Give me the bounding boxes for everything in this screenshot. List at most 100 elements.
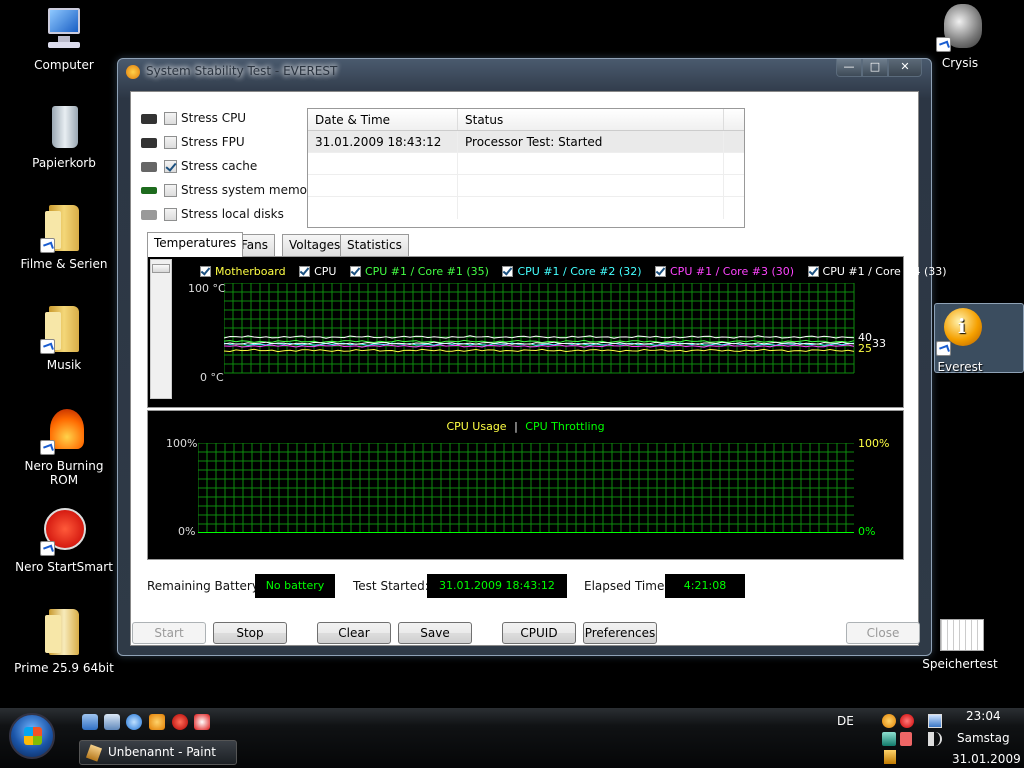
shortcut-arrow-icon — [40, 238, 55, 253]
stop-button[interactable]: Stop — [213, 622, 287, 644]
desktop-icon-computer[interactable]: Computer — [10, 6, 118, 72]
legend-label: CPU #1 / Core #4 (33) — [822, 265, 947, 278]
internet-explorer-icon[interactable] — [126, 714, 142, 730]
shortcut-arrow-icon — [40, 440, 55, 455]
clock-time[interactable]: 23:04 — [966, 709, 1001, 723]
nero-startsmart-icon — [40, 508, 88, 556]
usage-axis-right-bottom: 0% — [858, 525, 876, 538]
security-alert-tray-icon[interactable] — [900, 714, 914, 728]
network-tray-icon[interactable] — [928, 714, 942, 728]
clear-button[interactable]: Clear — [317, 622, 391, 644]
maximize-button[interactable]: □ — [862, 59, 888, 77]
stress-cache-label: Stress cache — [181, 159, 258, 173]
safe-remove-tray-icon[interactable] — [884, 750, 896, 764]
save-button[interactable]: Save — [398, 622, 472, 644]
legend-core2[interactable]: CPU #1 / Core #2 (32) — [502, 265, 642, 278]
stress-fpu-checkbox[interactable] — [164, 136, 177, 149]
stability-test-window: System Stability Test - EVEREST — □ ✕ St… — [117, 58, 947, 656]
motherboard-checkbox[interactable] — [200, 266, 211, 277]
legend-core1[interactable]: CPU #1 / Core #1 (35) — [349, 265, 489, 278]
info-tray-icon[interactable] — [882, 714, 896, 728]
column-header-datetime[interactable]: Date & Time — [308, 109, 458, 130]
clock-date[interactable]: 31.01.2009 — [952, 752, 1021, 766]
shortcut-arrow-icon — [936, 341, 951, 356]
nero-quick-launch-icon[interactable] — [172, 714, 188, 730]
desktop-icon-recycle-bin[interactable]: Papierkorb — [10, 104, 118, 170]
battery-value: No battery — [255, 574, 335, 598]
desktop-icon-label: Computer — [34, 58, 94, 72]
folder-icon — [40, 205, 88, 253]
desktop-icon-nero-burning-rom[interactable]: Nero Burning ROM — [10, 407, 118, 487]
core3-checkbox[interactable] — [655, 266, 666, 277]
start-button[interactable]: Start — [132, 622, 206, 644]
desktop-icon-filme-serien[interactable]: Filme & Serien — [10, 205, 118, 271]
tab-statistics[interactable]: Statistics — [340, 234, 409, 256]
folder-icon — [40, 306, 88, 354]
minimize-button[interactable]: — — [836, 59, 862, 77]
legend-label: CPU #1 / Core #2 (32) — [517, 265, 642, 278]
desktop-icon-musik[interactable]: Musik — [10, 306, 118, 372]
audio-device-tray-icon[interactable] — [900, 732, 912, 746]
core4-checkbox[interactable] — [807, 266, 819, 277]
scrollbar-thumb[interactable] — [152, 264, 170, 273]
event-log-table[interactable]: Date & Time Status 31.01.2009 18:43:12 P… — [307, 108, 745, 228]
window-title: System Stability Test - EVEREST — [146, 64, 338, 78]
close-window-button[interactable]: ✕ — [888, 59, 922, 77]
memory-icon — [141, 187, 157, 194]
sync-tray-icon[interactable] — [882, 732, 896, 746]
stress-fpu-option[interactable]: Stress FPU — [141, 132, 245, 152]
usage-title: CPU Usage — [446, 420, 507, 433]
start-button-orb[interactable] — [9, 713, 55, 759]
computer-icon — [40, 6, 88, 54]
legend-core3[interactable]: CPU #1 / Core #3 (30) — [655, 265, 794, 278]
stress-disks-checkbox[interactable] — [164, 208, 177, 221]
sysinfo-quick-launch-icon[interactable] — [194, 714, 210, 730]
elapsed-time-value: 4:21:08 — [665, 574, 745, 598]
temp-end-label-core4: 33 — [872, 337, 886, 350]
media-player-icon[interactable] — [149, 714, 165, 730]
desktop-icon-nero-startsmart[interactable]: Nero StartSmart — [10, 508, 118, 574]
recycle-bin-icon — [40, 104, 88, 152]
stress-disks-option[interactable]: Stress local disks — [141, 204, 284, 224]
legend-cpu[interactable]: CPU — [299, 265, 336, 278]
test-started-label: Test Started: — [353, 579, 429, 593]
core2-checkbox[interactable] — [502, 266, 514, 277]
stress-memory-checkbox[interactable] — [164, 184, 177, 197]
stress-memory-option[interactable]: Stress system memory — [141, 180, 319, 200]
clock-day[interactable]: Samstag — [957, 731, 1010, 745]
column-header-status[interactable]: Status — [458, 109, 724, 130]
legend-label: CPU #1 / Core #3 (30) — [670, 265, 795, 278]
usage-axis-right-top: 100% — [858, 437, 890, 450]
shortcut-arrow-icon — [40, 339, 55, 354]
cpuid-button[interactable]: CPUID — [502, 622, 576, 644]
speichertest-icon — [936, 617, 984, 653]
tab-voltages[interactable]: Voltages — [282, 234, 348, 256]
legend-motherboard[interactable]: Motherboard — [200, 265, 286, 278]
stress-disks-label: Stress local disks — [181, 207, 284, 221]
volume-tray-icon[interactable] — [928, 732, 942, 746]
taskbar-item-paint[interactable]: Unbenannt - Paint — [79, 740, 237, 765]
stress-fpu-label: Stress FPU — [181, 135, 245, 149]
tab-temperatures[interactable]: Temperatures — [147, 232, 244, 257]
show-desktop-icon[interactable] — [82, 714, 98, 730]
table-row — [308, 153, 744, 175]
desktop-icon-prime[interactable]: Prime 25.9 64bit — [10, 609, 118, 675]
desktop-icon-label: Filme & Serien — [20, 257, 108, 271]
cpu-icon — [141, 113, 157, 124]
stress-cache-checkbox[interactable] — [164, 160, 177, 173]
windows-logo-icon — [24, 727, 42, 745]
desktop-icon-label: Prime 25.9 64bit — [14, 661, 114, 675]
legend-core4[interactable]: CPU #1 / Core #4 (33) — [807, 265, 947, 278]
close-button[interactable]: Close — [846, 622, 920, 644]
stress-cpu-option[interactable]: Stress CPU — [141, 108, 246, 128]
table-row[interactable]: 31.01.2009 18:43:12 Processor Test: Star… — [308, 131, 744, 153]
stress-cache-option[interactable]: Stress cache — [141, 156, 257, 176]
preferences-button[interactable]: Preferences — [583, 622, 657, 644]
stress-cpu-checkbox[interactable] — [164, 112, 177, 125]
folder-icon — [40, 609, 88, 657]
core1-checkbox[interactable] — [349, 266, 361, 277]
language-indicator[interactable]: DE — [837, 714, 854, 728]
switch-windows-icon[interactable] — [104, 714, 120, 730]
history-scrollbar[interactable] — [150, 259, 172, 399]
cpu-checkbox[interactable] — [299, 266, 311, 277]
